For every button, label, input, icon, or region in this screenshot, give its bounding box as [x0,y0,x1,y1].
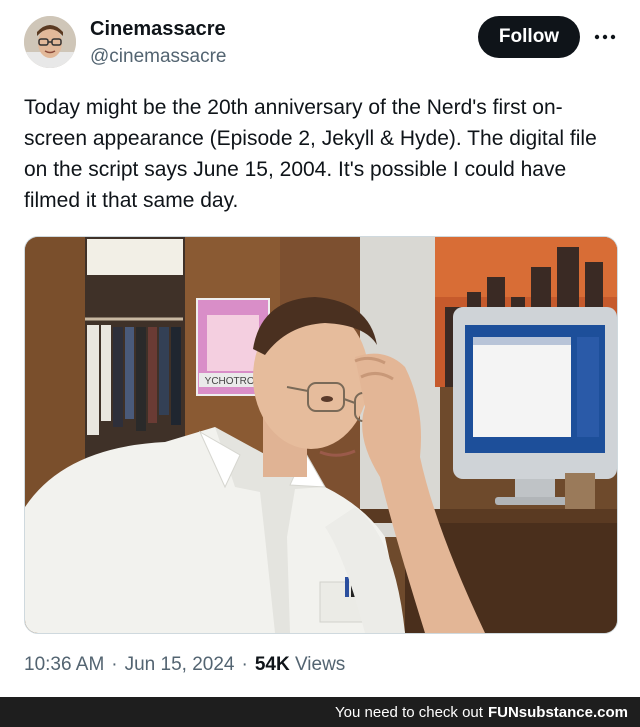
tweet-media-photo[interactable]: YCHOTROP [24,236,618,634]
follow-button[interactable]: Follow [478,16,580,58]
avatar[interactable] [24,16,76,68]
more-options-button[interactable] [590,22,620,52]
avatar-photo-icon [24,16,76,68]
tweet-time[interactable]: 10:36 AM [24,654,104,675]
author-handle[interactable]: @cinemassacre [90,46,227,68]
views-label: Views [294,654,346,675]
author-display-name[interactable]: Cinemassacre [90,18,226,41]
tweet-date[interactable]: Jun 15, 2024 [125,654,235,675]
photo-image: YCHOTROP [25,237,617,633]
views-count: 54K [254,654,290,675]
meta-separator: · [241,654,248,675]
meta-separator: · [111,654,118,675]
watermark-brand[interactable]: FUNsubstance.com [488,704,628,721]
more-horizontal-icon [594,34,616,40]
tweet-text: Today might be the 20th anniversary of t… [24,96,597,212]
tweet-card: Cinemassacre @cinemassacre Follow Today … [0,0,640,697]
watermark-prefix: You need to check out [335,703,483,721]
tweet-meta: 10:36 AM · Jun 15, 2024 · 54K Views [24,654,345,676]
watermark-banner: You need to check out FUNsubstance.com [0,697,640,727]
